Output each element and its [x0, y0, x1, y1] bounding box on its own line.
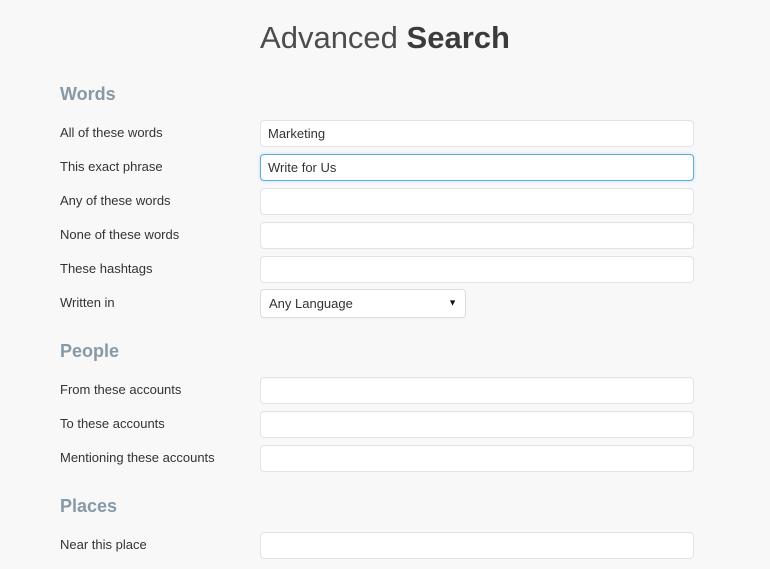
- input-hashtags[interactable]: [260, 256, 694, 283]
- label-all-words: All of these words: [60, 125, 260, 141]
- control-hashtags: [260, 256, 770, 283]
- control-exact-phrase: [260, 154, 770, 181]
- input-none-words[interactable]: [260, 222, 694, 249]
- input-exact-phrase[interactable]: [260, 154, 694, 181]
- label-hashtags: These hashtags: [60, 261, 260, 277]
- label-to-accounts: To these accounts: [60, 416, 260, 432]
- label-from-accounts: From these accounts: [60, 382, 260, 398]
- advanced-search-page: Advanced Search Words All of these words…: [0, 0, 770, 569]
- input-any-words[interactable]: [260, 188, 694, 215]
- label-near-place: Near this place: [60, 537, 260, 553]
- field-row-from-accounts: From these accounts: [0, 373, 770, 407]
- select-written-in-value: Any Language: [260, 289, 466, 318]
- label-exact-phrase: This exact phrase: [60, 159, 260, 175]
- field-row-near-place: Near this place: [0, 528, 770, 562]
- section-places: Places Near this place: [0, 475, 770, 562]
- control-to-accounts: [260, 411, 770, 438]
- input-to-accounts[interactable]: [260, 411, 694, 438]
- control-near-place: [260, 532, 770, 559]
- control-none-words: [260, 222, 770, 249]
- field-row-mentioning-accounts: Mentioning these accounts: [0, 441, 770, 475]
- control-from-accounts: [260, 377, 770, 404]
- field-row-none-words: None of these words: [0, 218, 770, 252]
- control-written-in: Any Language ▼: [260, 289, 770, 318]
- input-near-place[interactable]: [260, 532, 694, 559]
- field-row-written-in: Written in Any Language ▼: [0, 286, 770, 320]
- control-all-words: [260, 120, 770, 147]
- label-mentioning-accounts: Mentioning these accounts: [60, 450, 260, 466]
- section-heading-places: Places: [0, 475, 770, 515]
- label-any-words: Any of these words: [60, 193, 260, 209]
- page-title-light: Advanced: [260, 20, 398, 55]
- control-any-words: [260, 188, 770, 215]
- label-written-in: Written in: [60, 295, 260, 311]
- section-heading-words: Words: [0, 65, 770, 103]
- section-people: People From these accounts To these acco…: [0, 320, 770, 475]
- control-mentioning-accounts: [260, 445, 770, 472]
- field-row-hashtags: These hashtags: [0, 252, 770, 286]
- input-from-accounts[interactable]: [260, 377, 694, 404]
- section-heading-people: People: [0, 320, 770, 360]
- field-row-any-words: Any of these words: [0, 184, 770, 218]
- page-title: Advanced Search: [0, 0, 770, 65]
- field-row-all-words: All of these words: [0, 116, 770, 150]
- advanced-search-form: Words All of these words This exact phra…: [0, 65, 770, 562]
- field-row-exact-phrase: This exact phrase: [0, 150, 770, 184]
- label-none-words: None of these words: [60, 227, 260, 243]
- input-mentioning-accounts[interactable]: [260, 445, 694, 472]
- page-title-strong: Search: [407, 20, 510, 55]
- input-all-words[interactable]: [260, 120, 694, 147]
- field-row-to-accounts: To these accounts: [0, 407, 770, 441]
- select-written-in[interactable]: Any Language ▼: [260, 289, 466, 318]
- section-words: Words All of these words This exact phra…: [0, 65, 770, 320]
